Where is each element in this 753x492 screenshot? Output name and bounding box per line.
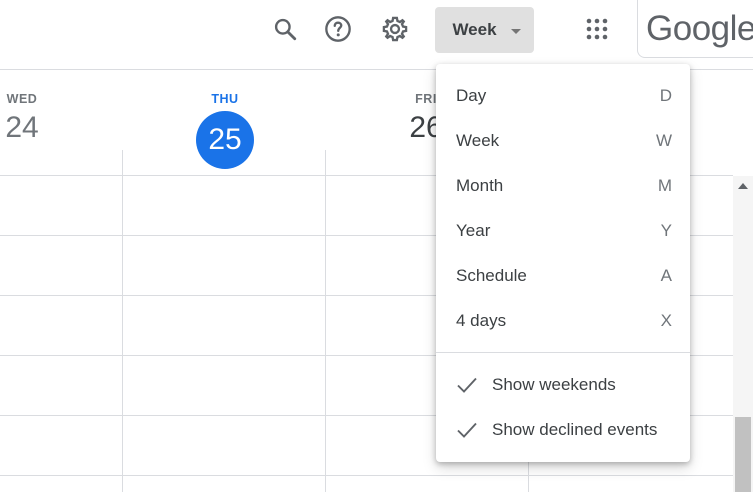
day-header-thu[interactable]: THU: [196, 92, 254, 106]
day-column-divider: [122, 150, 123, 492]
google-account-logo[interactable]: Google: [637, 0, 753, 58]
search-button[interactable]: [265, 9, 305, 49]
menu-item-label: Day: [456, 85, 487, 105]
menu-item-label: Month: [456, 175, 504, 195]
menu-item-year[interactable]: Year Y: [436, 208, 690, 253]
menu-item-label: Year: [456, 220, 491, 240]
toggle-show-weekends[interactable]: Show weekends: [436, 362, 690, 407]
menu-item-day[interactable]: Day D: [436, 73, 690, 118]
settings-button[interactable]: [375, 9, 415, 49]
scroll-up-arrow-icon[interactable]: [738, 183, 748, 189]
menu-item-label: Show weekends: [492, 374, 616, 394]
menu-item-label: Week: [456, 130, 500, 150]
menu-item-schedule[interactable]: Schedule A: [436, 253, 690, 298]
day-column-divider: [325, 150, 326, 492]
day-of-week-label: THU: [211, 92, 239, 106]
menu-item-4-days[interactable]: 4 days X: [436, 298, 690, 343]
keyboard-shortcut: M: [657, 175, 672, 195]
day-of-week-label: WED: [6, 92, 38, 106]
hour-gridline: [0, 475, 733, 476]
menu-item-week[interactable]: Week W: [436, 118, 690, 163]
menu-item-month[interactable]: Month M: [436, 163, 690, 208]
apps-button[interactable]: [577, 9, 617, 49]
keyboard-shortcut: Y: [660, 220, 672, 240]
toggle-show-declined-events[interactable]: Show declined events: [436, 407, 690, 452]
search-icon: [274, 18, 297, 41]
checkmark-icon: [457, 377, 477, 393]
keyboard-shortcut: D: [659, 85, 672, 105]
top-header: Week Google: [0, 0, 753, 70]
menu-item-label: Schedule: [456, 265, 527, 285]
view-selector-button[interactable]: Week: [435, 7, 534, 53]
day-number: 25: [208, 123, 242, 156]
help-button[interactable]: [318, 9, 358, 49]
checkmark-icon: [457, 422, 477, 438]
help-icon: [325, 16, 351, 42]
day-number: 24: [5, 111, 39, 144]
settings-icon: [382, 16, 408, 42]
day-header-wed[interactable]: WED 24: [0, 92, 44, 145]
dropdown-arrow-icon: [510, 28, 521, 34]
keyboard-shortcut: A: [660, 265, 672, 285]
view-dropdown-menu: Day D Week W Month M Year Y Schedule A 4…: [436, 64, 690, 462]
view-selector-label: Week: [452, 20, 497, 39]
menu-item-label: Show declined events: [492, 419, 658, 439]
keyboard-shortcut: X: [660, 310, 672, 330]
today-date-circle[interactable]: 25: [196, 111, 254, 169]
scrollbar-thumb[interactable]: [735, 417, 751, 492]
menu-item-label: 4 days: [456, 310, 507, 330]
google-logo-text: Google: [646, 8, 753, 48]
keyboard-shortcut: W: [655, 130, 672, 150]
menu-divider: [436, 352, 690, 353]
apps-grid-icon: [586, 18, 608, 40]
